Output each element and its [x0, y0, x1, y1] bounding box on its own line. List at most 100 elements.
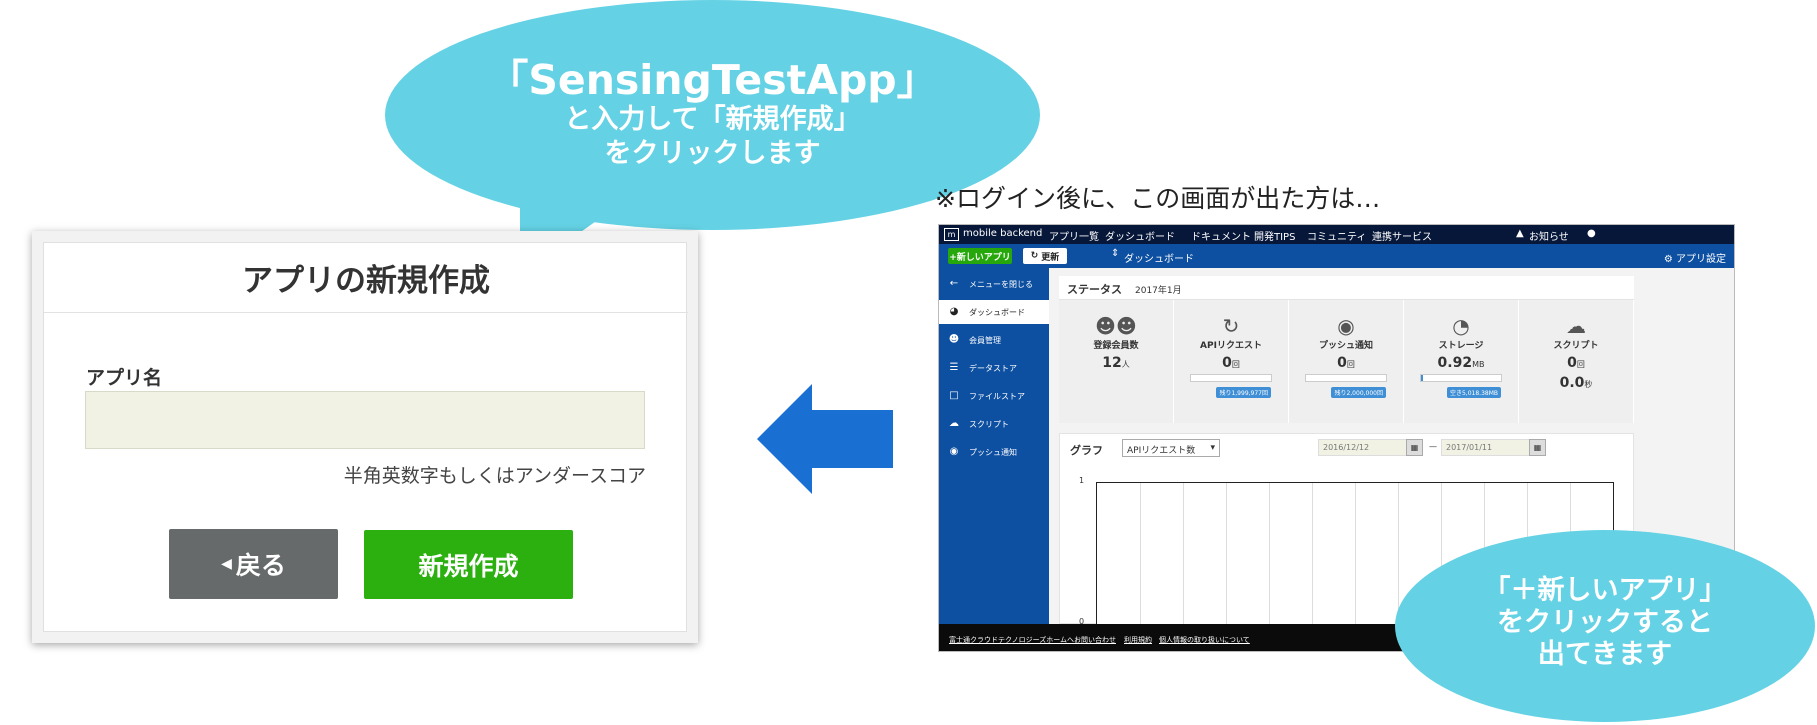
sidebar-item-label: プッシュ通知	[969, 447, 1017, 457]
stat-value: 0回	[1519, 355, 1633, 371]
app-switch-icon[interactable]: ⇕	[1111, 248, 1119, 259]
sidebar-item-filestore[interactable]: □ ファイルストア	[939, 384, 1049, 408]
stat-unit: 回	[1576, 360, 1585, 369]
stat-value: 0回	[1289, 355, 1403, 371]
sidebar-item-dashboard[interactable]: ◕ ダッシュボード	[939, 300, 1049, 324]
sidebar-item-label: ダッシュボード	[969, 307, 1025, 317]
nav-item-dashboard[interactable]: ダッシュボード	[1105, 228, 1175, 243]
dashboard-icon: ◕	[949, 306, 959, 317]
sidebar-item-script[interactable]: ☁ スクリプト	[939, 412, 1049, 436]
nav-item-services[interactable]: 連携サービス	[1372, 228, 1432, 243]
stat-script: ☁ スクリプト 0回 0.0秒	[1519, 300, 1634, 423]
stat-unit: 回	[1231, 360, 1240, 369]
usage-gauge: 空き5,018.38MB	[1420, 374, 1502, 398]
chevron-down-icon: ▾	[1210, 443, 1215, 453]
stat-unit: 回	[1346, 360, 1355, 369]
back-button-label: 戻る	[235, 551, 286, 580]
callout-top-line1: 「SensingTestApp」	[487, 56, 938, 104]
refresh-icon: ↻	[1222, 314, 1240, 338]
login-note: ※ログイン後に、この画面が出た方は…	[935, 184, 1381, 213]
stat-unit: MB	[1472, 360, 1485, 369]
left-arrow-icon	[757, 384, 893, 494]
stat-value-time: 0.0秒	[1519, 375, 1633, 391]
script-icon: ☁	[949, 418, 959, 429]
app-name-input[interactable]	[85, 391, 645, 449]
callout-top-line3: をクリックします	[604, 138, 821, 169]
dialog-panel: アプリの新規作成 アプリ名 半角英数字もしくはアンダースコア ◀ 戻る 新規作成	[43, 242, 688, 632]
callout-top-line2: と入力して「新規作成」	[564, 104, 861, 135]
callout-bottom-line1: 「＋新しいアプリ」	[1483, 575, 1727, 606]
remaining-badge: 残り1,999,977回	[1216, 387, 1271, 398]
date-separator: —	[1429, 442, 1437, 451]
graph-metric-select[interactable]: APIリクエスト数 ▾	[1122, 439, 1220, 457]
chat-icon: ◉	[949, 446, 959, 457]
stat-number: 0	[1567, 355, 1577, 371]
nav-item-app-list[interactable]: アプリ一覧	[1049, 228, 1099, 243]
usage-gauge: 残り1,999,977回	[1190, 374, 1272, 398]
logo-text: mobile backend	[963, 228, 1043, 239]
notice-link[interactable]: お知らせ	[1529, 228, 1569, 243]
file-icon: □	[949, 390, 959, 401]
user-icon[interactable]: ●	[1587, 228, 1596, 239]
sidebar-item-label: スクリプト	[969, 419, 1009, 429]
status-title: ステータス	[1067, 283, 1122, 296]
app-settings-label: アプリ設定	[1676, 254, 1726, 265]
datastore-icon: ☰	[949, 362, 959, 373]
stat-unit: 人	[1121, 360, 1130, 369]
sidebar-item-users[interactable]: ☻ 会員管理	[939, 328, 1049, 352]
app-name-hint: 半角英数字もしくはアンダースコア	[343, 465, 646, 487]
action-bar: +新しいアプリ ↻ 更新 ⇕ ダッシュボード ⚙ アプリ設定	[939, 244, 1734, 268]
create-button[interactable]: 新規作成	[364, 530, 573, 599]
stat-api: ↻ APIリクエスト 0回 残り1,999,977回	[1174, 300, 1289, 423]
sidebar-item-datastore[interactable]: ☰ データストア	[939, 356, 1049, 380]
footer-link-contact[interactable]: お問い合わせ	[1074, 635, 1116, 645]
new-app-button[interactable]: +新しいアプリ	[948, 248, 1012, 264]
stat-label: スクリプト	[1553, 341, 1599, 351]
sidebar-item-push[interactable]: ◉ プッシュ通知	[939, 440, 1049, 464]
logo-icon: m	[944, 228, 959, 241]
stat-storage: ◔ ストレージ 0.92MB 空き5,018.38MB	[1404, 300, 1519, 423]
nav-item-tips[interactable]: 開発TIPS	[1254, 228, 1295, 243]
stat-label: APIリクエスト	[1200, 341, 1262, 351]
stat-unit: 秒	[1584, 380, 1593, 389]
dialog-title: アプリの新規作成	[44, 243, 688, 313]
back-arrow-icon: ←	[949, 278, 959, 289]
app-settings-link[interactable]: ⚙ アプリ設定	[1664, 250, 1726, 265]
sidebar-item-label: データストア	[969, 363, 1017, 373]
stat-label: 登録会員数	[1093, 341, 1139, 351]
chat-icon: ◉	[1337, 314, 1355, 338]
graph-metric-value: APIリクエスト数	[1127, 446, 1196, 456]
remaining-badge: 残り2,000,000回	[1331, 387, 1386, 398]
footer-link-home[interactable]: 富士通クラウドテクノロジーズホームへ	[949, 635, 1074, 645]
status-header: ステータス 2017年1月	[1059, 276, 1634, 300]
footer-link-terms[interactable]: 利用規約	[1124, 635, 1152, 645]
users-icon: ☻	[948, 334, 960, 345]
nav-item-docs[interactable]: ドキュメント	[1191, 228, 1251, 243]
reload-button[interactable]: ↻ 更新	[1023, 248, 1067, 264]
graph-title: グラフ	[1070, 444, 1103, 457]
calendar-icon[interactable]: ▦	[1529, 439, 1546, 456]
stat-label: ストレージ	[1438, 341, 1484, 351]
bell-icon[interactable]: ▲	[1516, 228, 1524, 239]
stat-number: 0	[1222, 355, 1232, 371]
back-button[interactable]: ◀ 戻る	[169, 529, 338, 599]
script-icon: ☁	[1566, 314, 1586, 338]
stat-label: プッシュ通知	[1318, 341, 1373, 351]
pie-icon: ◔	[1452, 314, 1470, 338]
stat-value: 0.92MB	[1404, 355, 1518, 371]
stat-value: 12人	[1059, 355, 1173, 371]
callout-bottom-line2: をクリックすると	[1497, 606, 1713, 638]
slide: 「SensingTestApp」 と入力して「新規作成」 をクリックします アプ…	[0, 0, 1817, 725]
nav-item-community[interactable]: コミュニティ	[1307, 228, 1366, 243]
status-date: 2017年1月	[1135, 286, 1182, 296]
usage-gauge: 残り2,000,000回	[1305, 374, 1387, 398]
footer-link-privacy[interactable]: 個人情報の取り扱いについて	[1159, 635, 1250, 645]
y-axis-max: 1	[1079, 476, 1085, 485]
callout-bottom-text: 「＋新しいアプリ」 をクリックすると 出てきます	[1395, 575, 1815, 671]
calendar-icon[interactable]: ▦	[1406, 439, 1423, 456]
sidebar-item-label: ファイルストア	[969, 391, 1025, 401]
gear-icon: ⚙	[1663, 254, 1676, 265]
stat-number: 0.0	[1559, 375, 1585, 391]
stat-number: 0.92	[1437, 355, 1473, 371]
sidebar-item-close-menu[interactable]: ← メニューを閉じる	[939, 272, 1049, 296]
